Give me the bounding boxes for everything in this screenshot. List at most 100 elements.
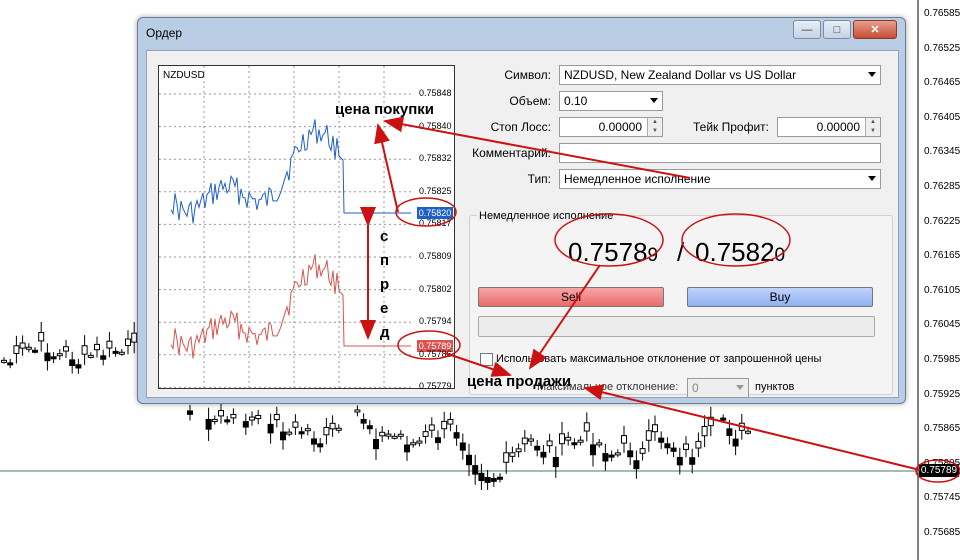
symbol-select-value: NZDUSD, New Zealand Dollar vs US Dollar [564,68,797,82]
background-candle-body [515,448,522,453]
background-candle-body [391,435,398,439]
window-controls: — □ ✕ [793,20,897,39]
background-candle-body [410,442,417,446]
background-candle-body [211,418,218,422]
background-candle-body [453,432,460,439]
background-current-price: 0.75789 [919,464,959,477]
background-candle-body [218,410,224,417]
chevron-down-icon [736,385,744,390]
background-candle-body [689,457,696,465]
chevron-down-icon [650,98,658,103]
background-candle-body [577,439,584,443]
background-candle-body [87,354,94,358]
background-candle-body [701,426,708,437]
background-candle-body [633,460,640,470]
background-candle-body [19,342,26,349]
background-candle-body [441,420,448,430]
stoploss-label: Стоп Лосс: [490,120,551,134]
close-icon[interactable]: ✕ [853,20,897,39]
tick-chart-axis-label: 0.75802 [419,283,452,294]
background-candle-body [286,431,293,435]
background-candle-body [44,352,51,362]
background-candle-body [583,422,590,432]
background-candle-body [373,439,379,450]
background-axis-label: 0.76105 [924,284,960,296]
max-deviation-checkbox[interactable] [480,353,493,366]
max-deviation-input[interactable]: 0 [687,378,749,398]
background-candle-body [720,417,727,421]
background-candle-body [25,346,32,350]
background-axis-label: 0.76345 [924,146,960,158]
background-candle-body [360,418,367,424]
background-candle-body [106,340,113,349]
background-candle-body [509,452,516,457]
background-candle-body [484,476,491,483]
tick-chart-axis-label: 0.75794 [419,316,452,327]
background-candle-body [187,410,193,415]
ask-annotation-label: цена покупки [335,101,434,118]
type-select[interactable]: Немедленное исполнение [559,169,881,189]
background-candle-body [521,437,528,445]
volume-select[interactable]: 0.10 [559,91,663,111]
background-candle-body [75,364,82,369]
type-label: Тип: [527,172,551,186]
background-candle-body [311,438,317,445]
background-candle-body [664,443,671,449]
background-candle-body [230,413,237,419]
background-candle-body [552,456,559,468]
background-candle-body [112,350,119,354]
comment-input[interactable] [559,143,881,163]
bid-quote-pip: 9 [647,245,659,266]
background-candle-body [335,427,342,431]
background-candle-body [608,454,615,458]
background-candle-body [614,452,621,456]
background-candle-body [571,442,578,446]
background-candle-body [540,451,547,458]
symbol-select[interactable]: NZDUSD, New Zealand Dollar vs US Dollar [559,65,881,85]
background-candle-body [621,435,627,444]
background-candle-body [38,331,45,342]
background-axis-label: 0.76585 [924,8,960,19]
takeprofit-stepper[interactable]: ▲ ▼ [865,118,880,136]
background-axis-label: 0.76225 [924,215,960,227]
tick-chart-axis-label: 0.75809 [419,251,452,261]
comment-label: Комментарий: [472,146,551,160]
sell-button[interactable]: Sell [478,287,664,307]
background-candle-body [94,343,100,351]
background-candle-body [745,430,751,434]
background-candle-body [329,422,336,430]
bid-quote-main: 0.7578 [568,237,648,267]
background-axis-label: 0.75925 [924,388,960,400]
maximize-icon[interactable]: □ [823,20,851,39]
background-candle-body [490,478,497,482]
ask-quote-pip: 0 [774,245,786,266]
buy-button[interactable]: Buy [687,287,873,307]
max-deviation-checkbox-label: Использовать максимальное отклонение от … [496,353,822,365]
background-candle-body [726,428,733,436]
volume-label: Объем: [509,94,551,108]
tick-chart-axis-label: 0.75848 [419,88,452,98]
background-axis-label: 0.75745 [924,492,960,504]
background-candle-body [546,440,553,447]
minimize-icon[interactable]: — [793,20,821,39]
background-candle-body [7,362,14,366]
stoploss-stepper[interactable]: ▲ ▼ [647,118,662,136]
background-axis-label: 0.75685 [924,527,960,538]
background-axis-label: 0.75985 [924,354,960,365]
background-candle-body [56,353,63,357]
order-window: Ордер — □ ✕ NZDUSD 0.75820 0.75789 0.758… [137,17,906,404]
background-candle-body [503,452,510,463]
background-candle-body [118,351,125,355]
background-candle-body [100,355,107,360]
background-candle-body [497,476,503,480]
symbol-label: Символ: [504,68,551,82]
takeprofit-input[interactable]: 0.00000 ▲ ▼ [777,117,881,137]
background-axis-label: 0.76465 [924,77,960,89]
background-candle-body [559,433,565,445]
window-title: Ордер [146,26,183,40]
background-axis-label: 0.75865 [924,423,960,435]
background-candle-body [69,359,76,367]
background-candle-body [534,445,541,451]
tick-chart-axis-label: 0.75825 [419,185,452,196]
stoploss-input[interactable]: 0.00000 ▲ ▼ [559,117,663,137]
